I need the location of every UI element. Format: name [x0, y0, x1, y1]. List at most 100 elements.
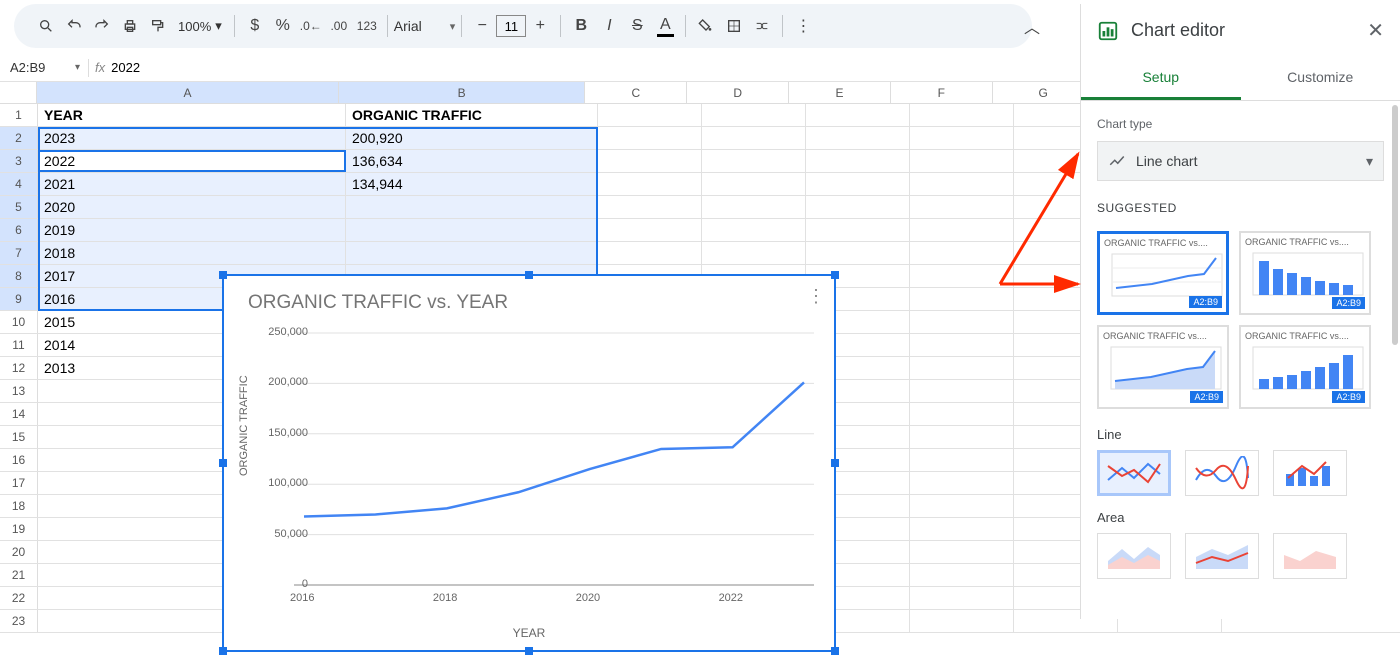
row-header-4[interactable]: 4 [0, 173, 38, 195]
number-format-icon[interactable]: 123 [353, 12, 381, 40]
cell-A1[interactable]: YEAR [38, 104, 346, 126]
row-header-9[interactable]: 9 [0, 288, 38, 310]
formula-input[interactable]: 2022 [111, 60, 140, 75]
cell-F18[interactable] [910, 495, 1014, 517]
combo-chart-type[interactable] [1273, 450, 1347, 496]
cell-E3[interactable] [806, 150, 910, 172]
cell-E5[interactable] [806, 196, 910, 218]
cell-F5[interactable] [910, 196, 1014, 218]
row-header-21[interactable]: 21 [0, 564, 38, 586]
cell-C4[interactable] [598, 173, 702, 195]
row-header-13[interactable]: 13 [0, 380, 38, 402]
increase-font-icon[interactable]: + [526, 12, 554, 40]
cell-B6[interactable] [346, 219, 598, 241]
cell-B2[interactable]: 200,920 [346, 127, 598, 149]
row-header-5[interactable]: 5 [0, 196, 38, 218]
cell-D2[interactable] [702, 127, 806, 149]
cell-E1[interactable] [806, 104, 910, 126]
cell-C3[interactable] [598, 150, 702, 172]
row-header-16[interactable]: 16 [0, 449, 38, 471]
stacked-area-chart-type[interactable] [1185, 533, 1259, 579]
cell-D7[interactable] [702, 242, 806, 264]
font-select[interactable]: Arial [394, 18, 450, 34]
resize-handle[interactable] [525, 271, 533, 279]
cell-F10[interactable] [910, 311, 1014, 333]
scrollbar[interactable] [1392, 105, 1398, 345]
cell-D6[interactable] [702, 219, 806, 241]
undo-icon[interactable] [60, 12, 88, 40]
fill-color-icon[interactable] [692, 12, 720, 40]
row-header-3[interactable]: 3 [0, 150, 38, 172]
cell-C5[interactable] [598, 196, 702, 218]
suggested-column-chart-2[interactable]: ORGANIC TRAFFIC vs.... A2:B9 [1239, 325, 1371, 409]
cell-F3[interactable] [910, 150, 1014, 172]
cell-F12[interactable] [910, 357, 1014, 379]
column-header-B[interactable]: B [339, 82, 586, 103]
cell-C7[interactable] [598, 242, 702, 264]
cell-D5[interactable] [702, 196, 806, 218]
chart-menu-icon[interactable]: ⋮ [807, 286, 824, 307]
line-chart-type[interactable] [1097, 450, 1171, 496]
cell-F2[interactable] [910, 127, 1014, 149]
cell-A6[interactable]: 2019 [38, 219, 346, 241]
row-header-19[interactable]: 19 [0, 518, 38, 540]
borders-icon[interactable] [720, 12, 748, 40]
cell-F21[interactable] [910, 564, 1014, 586]
cell-F11[interactable] [910, 334, 1014, 356]
suggested-line-chart[interactable]: ORGANIC TRAFFIC vs.... A2:B9 [1097, 231, 1229, 315]
cell-B5[interactable] [346, 196, 598, 218]
column-header-F[interactable]: F [891, 82, 993, 103]
decrease-font-icon[interactable]: − [468, 12, 496, 40]
row-header-11[interactable]: 11 [0, 334, 38, 356]
text-color-icon[interactable]: A [651, 12, 679, 40]
area-chart-type-3[interactable] [1273, 533, 1347, 579]
column-header-A[interactable]: A [37, 82, 339, 103]
embedded-chart[interactable]: ⋮ ORGANIC TRAFFIC vs. YEAR ORGANIC TRAFF… [222, 274, 836, 652]
cell-B1[interactable]: ORGANIC TRAFFIC [346, 104, 598, 126]
select-all-corner[interactable] [0, 82, 37, 103]
cell-F22[interactable] [910, 587, 1014, 609]
row-header-14[interactable]: 14 [0, 403, 38, 425]
cell-F17[interactable] [910, 472, 1014, 494]
zoom-select[interactable]: 100% ▾ [178, 18, 222, 34]
percent-icon[interactable]: % [269, 12, 297, 40]
column-header-E[interactable]: E [789, 82, 891, 103]
cell-F19[interactable] [910, 518, 1014, 540]
collapse-toolbar-icon[interactable]: ︿ [1024, 14, 1040, 38]
print-icon[interactable] [116, 12, 144, 40]
suggested-area-chart[interactable]: ORGANIC TRAFFIC vs.... A2:B9 [1097, 325, 1229, 409]
row-header-22[interactable]: 22 [0, 587, 38, 609]
area-chart-type[interactable] [1097, 533, 1171, 579]
row-header-6[interactable]: 6 [0, 219, 38, 241]
cell-E4[interactable] [806, 173, 910, 195]
cell-F9[interactable] [910, 288, 1014, 310]
cell-F16[interactable] [910, 449, 1014, 471]
strike-icon[interactable]: S [623, 12, 651, 40]
resize-handle[interactable] [831, 271, 839, 279]
column-header-D[interactable]: D [687, 82, 789, 103]
cell-C2[interactable] [598, 127, 702, 149]
redo-icon[interactable] [88, 12, 116, 40]
cell-B7[interactable] [346, 242, 598, 264]
increase-decimal-icon[interactable]: .00 [325, 12, 353, 40]
resize-handle[interactable] [525, 647, 533, 655]
resize-handle[interactable] [219, 647, 227, 655]
italic-icon[interactable]: I [595, 12, 623, 40]
currency-icon[interactable]: $ [241, 12, 269, 40]
cell-C1[interactable] [598, 104, 702, 126]
search-icon[interactable] [32, 12, 60, 40]
row-header-1[interactable]: 1 [0, 104, 38, 126]
bold-icon[interactable]: B [567, 12, 595, 40]
row-header-7[interactable]: 7 [0, 242, 38, 264]
cell-D1[interactable] [702, 104, 806, 126]
row-header-8[interactable]: 8 [0, 265, 38, 287]
row-header-17[interactable]: 17 [0, 472, 38, 494]
resize-handle[interactable] [219, 459, 227, 467]
resize-handle[interactable] [219, 271, 227, 279]
cell-F13[interactable] [910, 380, 1014, 402]
font-size-control[interactable]: − 11 + [468, 12, 554, 40]
more-icon[interactable]: ⋮ [789, 12, 817, 40]
cell-A2[interactable]: 2023 [38, 127, 346, 149]
cell-F8[interactable] [910, 265, 1014, 287]
cell-A7[interactable]: 2018 [38, 242, 346, 264]
